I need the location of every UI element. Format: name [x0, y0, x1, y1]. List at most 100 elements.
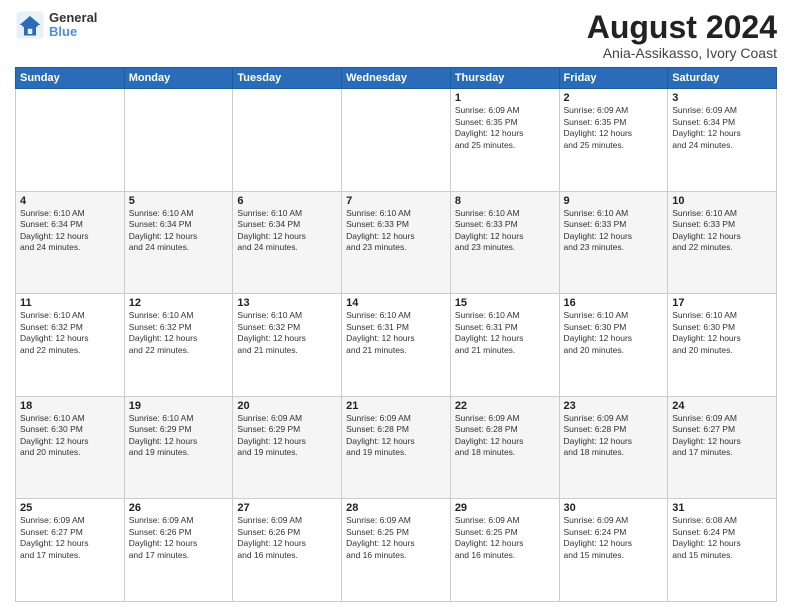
- calendar-cell: 22Sunrise: 6:09 AM Sunset: 6:28 PM Dayli…: [450, 396, 559, 499]
- logo-text: General Blue: [49, 11, 97, 40]
- day-info: Sunrise: 6:09 AM Sunset: 6:28 PM Dayligh…: [564, 413, 664, 459]
- col-thursday: Thursday: [450, 68, 559, 89]
- calendar-cell: 17Sunrise: 6:10 AM Sunset: 6:30 PM Dayli…: [668, 294, 777, 397]
- calendar-cell: 27Sunrise: 6:09 AM Sunset: 6:26 PM Dayli…: [233, 499, 342, 602]
- day-info: Sunrise: 6:10 AM Sunset: 6:32 PM Dayligh…: [237, 310, 337, 356]
- day-number: 16: [564, 297, 664, 309]
- calendar-cell: 24Sunrise: 6:09 AM Sunset: 6:27 PM Dayli…: [668, 396, 777, 499]
- calendar-cell: 12Sunrise: 6:10 AM Sunset: 6:32 PM Dayli…: [124, 294, 233, 397]
- day-info: Sunrise: 6:10 AM Sunset: 6:33 PM Dayligh…: [346, 208, 446, 254]
- calendar-week-1: 4 Sunrise: 6:10 AM Sunset: 6:34 PM Daylig…: [16, 191, 777, 294]
- day-info: Sunrise: 6:09 AM Sunset: 6:35 PM Dayligh…: [455, 105, 555, 151]
- calendar-cell: 6Sunrise: 6:10 AM Sunset: 6:34 PM Daylig…: [233, 191, 342, 294]
- calendar-title: August 2024: [587, 10, 777, 45]
- day-info: Sunrise: 6:09 AM Sunset: 6:28 PM Dayligh…: [346, 413, 446, 459]
- calendar-header-row: Sunday Monday Tuesday Wednesday Thursday…: [16, 68, 777, 89]
- calendar-cell: 26Sunrise: 6:09 AM Sunset: 6:26 PM Dayli…: [124, 499, 233, 602]
- calendar-week-3: 18Sunrise: 6:10 AM Sunset: 6:30 PM Dayli…: [16, 396, 777, 499]
- calendar-cell: 30Sunrise: 6:09 AM Sunset: 6:24 PM Dayli…: [559, 499, 668, 602]
- day-number: 22: [455, 400, 555, 412]
- logo: General Blue: [15, 10, 97, 40]
- col-wednesday: Wednesday: [342, 68, 451, 89]
- day-info: Sunrise: 6:10 AM Sunset: 6:33 PM Dayligh…: [455, 208, 555, 254]
- day-number: 7: [346, 195, 446, 207]
- day-info: Sunrise: 6:10 AM Sunset: 6:33 PM Dayligh…: [672, 208, 772, 254]
- day-number: 13: [237, 297, 337, 309]
- calendar-cell: 31Sunrise: 6:08 AM Sunset: 6:24 PM Dayli…: [668, 499, 777, 602]
- calendar-week-4: 25Sunrise: 6:09 AM Sunset: 6:27 PM Dayli…: [16, 499, 777, 602]
- day-info: Sunrise: 6:09 AM Sunset: 6:25 PM Dayligh…: [455, 515, 555, 561]
- calendar-cell: 25Sunrise: 6:09 AM Sunset: 6:27 PM Dayli…: [16, 499, 125, 602]
- calendar-cell: 23Sunrise: 6:09 AM Sunset: 6:28 PM Dayli…: [559, 396, 668, 499]
- day-info: Sunrise: 6:10 AM Sunset: 6:31 PM Dayligh…: [346, 310, 446, 356]
- calendar-cell: 18Sunrise: 6:10 AM Sunset: 6:30 PM Dayli…: [16, 396, 125, 499]
- day-number: 20: [237, 400, 337, 412]
- day-number: 17: [672, 297, 772, 309]
- day-info: Sunrise: 6:10 AM Sunset: 6:31 PM Dayligh…: [455, 310, 555, 356]
- day-info: Sunrise: 6:09 AM Sunset: 6:24 PM Dayligh…: [564, 515, 664, 561]
- calendar-cell: 1Sunrise: 6:09 AM Sunset: 6:35 PM Daylig…: [450, 89, 559, 192]
- day-info: Sunrise: 6:09 AM Sunset: 6:25 PM Dayligh…: [346, 515, 446, 561]
- day-info: Sunrise: 6:10 AM Sunset: 6:30 PM Dayligh…: [20, 413, 120, 459]
- calendar-week-2: 11Sunrise: 6:10 AM Sunset: 6:32 PM Dayli…: [16, 294, 777, 397]
- day-number: 8: [455, 195, 555, 207]
- day-number: 4: [20, 195, 120, 207]
- day-info: Sunrise: 6:10 AM Sunset: 6:32 PM Dayligh…: [129, 310, 229, 356]
- day-info: Sunrise: 6:09 AM Sunset: 6:27 PM Dayligh…: [672, 413, 772, 459]
- day-info: Sunrise: 6:10 AM Sunset: 6:29 PM Dayligh…: [129, 413, 229, 459]
- col-sunday: Sunday: [16, 68, 125, 89]
- calendar-cell: [342, 89, 451, 192]
- day-number: 2: [564, 92, 664, 104]
- calendar-cell: 13Sunrise: 6:10 AM Sunset: 6:32 PM Dayli…: [233, 294, 342, 397]
- day-number: 30: [564, 502, 664, 514]
- calendar-cell: 2Sunrise: 6:09 AM Sunset: 6:35 PM Daylig…: [559, 89, 668, 192]
- day-number: 19: [129, 400, 229, 412]
- calendar-cell: [233, 89, 342, 192]
- calendar-week-0: 1Sunrise: 6:09 AM Sunset: 6:35 PM Daylig…: [16, 89, 777, 192]
- day-info: Sunrise: 6:10 AM Sunset: 6:33 PM Dayligh…: [564, 208, 664, 254]
- day-info: Sunrise: 6:09 AM Sunset: 6:26 PM Dayligh…: [237, 515, 337, 561]
- calendar-table: Sunday Monday Tuesday Wednesday Thursday…: [15, 67, 777, 602]
- day-number: 26: [129, 502, 229, 514]
- day-info: Sunrise: 6:09 AM Sunset: 6:26 PM Dayligh…: [129, 515, 229, 561]
- calendar-cell: 19Sunrise: 6:10 AM Sunset: 6:29 PM Dayli…: [124, 396, 233, 499]
- day-info: Sunrise: 6:10 AM Sunset: 6:34 PM Dayligh…: [237, 208, 337, 254]
- calendar-subtitle: Ania-Assikasso, Ivory Coast: [587, 45, 777, 61]
- day-number: 15: [455, 297, 555, 309]
- calendar-cell: 5Sunrise: 6:10 AM Sunset: 6:34 PM Daylig…: [124, 191, 233, 294]
- day-number: 3: [672, 92, 772, 104]
- calendar-cell: [16, 89, 125, 192]
- col-friday: Friday: [559, 68, 668, 89]
- calendar-cell: 28Sunrise: 6:09 AM Sunset: 6:25 PM Dayli…: [342, 499, 451, 602]
- title-block: August 2024 Ania-Assikasso, Ivory Coast: [587, 10, 777, 61]
- day-number: 18: [20, 400, 120, 412]
- day-info: Sunrise: 6:09 AM Sunset: 6:29 PM Dayligh…: [237, 413, 337, 459]
- logo-line2: Blue: [49, 25, 97, 39]
- day-number: 24: [672, 400, 772, 412]
- day-info: Sunrise: 6:09 AM Sunset: 6:28 PM Dayligh…: [455, 413, 555, 459]
- col-saturday: Saturday: [668, 68, 777, 89]
- day-number: 31: [672, 502, 772, 514]
- logo-line1: General: [49, 11, 97, 25]
- day-number: 10: [672, 195, 772, 207]
- calendar-cell: 3Sunrise: 6:09 AM Sunset: 6:34 PM Daylig…: [668, 89, 777, 192]
- header: General Blue August 2024 Ania-Assikasso,…: [15, 10, 777, 61]
- day-number: 29: [455, 502, 555, 514]
- calendar-cell: [124, 89, 233, 192]
- calendar-cell: 20Sunrise: 6:09 AM Sunset: 6:29 PM Dayli…: [233, 396, 342, 499]
- calendar-cell: 8Sunrise: 6:10 AM Sunset: 6:33 PM Daylig…: [450, 191, 559, 294]
- col-monday: Monday: [124, 68, 233, 89]
- day-number: 9: [564, 195, 664, 207]
- calendar-cell: 10Sunrise: 6:10 AM Sunset: 6:33 PM Dayli…: [668, 191, 777, 294]
- col-tuesday: Tuesday: [233, 68, 342, 89]
- day-number: 21: [346, 400, 446, 412]
- day-number: 14: [346, 297, 446, 309]
- day-number: 23: [564, 400, 664, 412]
- day-number: 11: [20, 297, 120, 309]
- calendar-cell: 9Sunrise: 6:10 AM Sunset: 6:33 PM Daylig…: [559, 191, 668, 294]
- day-number: 27: [237, 502, 337, 514]
- calendar-cell: 4Sunrise: 6:10 AM Sunset: 6:34 PM Daylig…: [16, 191, 125, 294]
- day-info: Sunrise: 6:10 AM Sunset: 6:32 PM Dayligh…: [20, 310, 120, 356]
- day-info: Sunrise: 6:09 AM Sunset: 6:27 PM Dayligh…: [20, 515, 120, 561]
- day-info: Sunrise: 6:08 AM Sunset: 6:24 PM Dayligh…: [672, 515, 772, 561]
